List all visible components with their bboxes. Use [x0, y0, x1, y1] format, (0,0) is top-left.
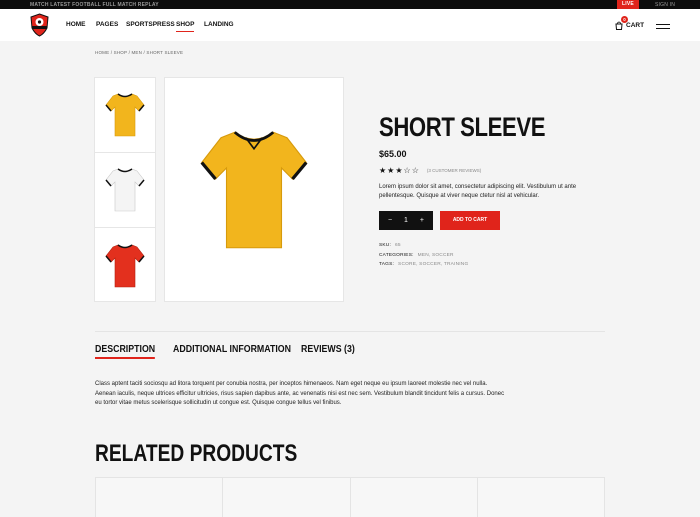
cart-count-badge: 0: [621, 16, 628, 23]
cart-label: CART: [626, 22, 645, 29]
sku-value: 65: [395, 243, 401, 248]
live-button[interactable]: LIVE: [617, 0, 639, 9]
categories-row: CATEGORIES: MEN, SOCCER: [379, 253, 454, 258]
tags-row: TAGS: SCORE, SOCCER, TRAINING: [379, 262, 468, 267]
section-divider: [95, 331, 605, 332]
cart-button[interactable]: 0 CART: [615, 16, 645, 30]
increase-quantity-button[interactable]: +: [420, 217, 424, 224]
categories-links[interactable]: MEN, SOCCER: [418, 253, 454, 258]
nav-item-home[interactable]: HOME: [66, 21, 86, 28]
yellow-jersey-large-icon: [200, 130, 308, 248]
yellow-jersey-icon: [105, 93, 145, 137]
sku-row: SKU: 65: [379, 243, 401, 248]
red-jersey-icon: [105, 243, 145, 287]
related-product-card[interactable]: [350, 478, 478, 517]
tags-links[interactable]: SCORE, SOCCER, TRAINING: [398, 262, 468, 267]
site-header: HOME PAGES SPORTSPRESS SHOP LANDING 0 CA…: [0, 9, 700, 41]
main-product-image[interactable]: [164, 77, 344, 302]
tab-description-content: Class aptent taciti sociosqu ad litora t…: [95, 381, 505, 406]
product-short-description: Lorem ipsum dolor sit amet, consectetur …: [379, 184, 577, 199]
add-to-cart-button[interactable]: ADD TO CART: [440, 211, 500, 230]
decrease-quantity-button[interactable]: −: [388, 217, 392, 224]
white-jersey-icon: [105, 168, 145, 212]
product-title: SHORT SLEEVE: [379, 112, 546, 142]
sign-in-link[interactable]: SIGN IN: [655, 2, 675, 8]
tab-additional-information[interactable]: ADDITIONAL INFORMATION: [173, 344, 291, 355]
tags-label: TAGS:: [379, 262, 395, 267]
product-thumbnails: [94, 77, 156, 302]
thumbnail-yellow[interactable]: [95, 78, 155, 153]
related-product-card[interactable]: [477, 478, 605, 517]
nav-item-landing[interactable]: LANDING: [204, 21, 234, 28]
nav-item-shop[interactable]: SHOP: [176, 21, 195, 32]
news-ticker[interactable]: MATCH LATEST FOOTBALL FULL MATCH REPLAY: [30, 2, 159, 8]
quantity-stepper: − 1 +: [379, 211, 433, 230]
nav-item-pages[interactable]: PAGES: [96, 21, 118, 28]
breadcrumb[interactable]: HOME / SHOP / MEN / SHORT SLEEVE: [95, 50, 183, 55]
nav-item-sportspress[interactable]: SPORTSPRESS: [126, 21, 175, 28]
related-product-card[interactable]: [95, 478, 224, 517]
quantity-value[interactable]: 1: [404, 217, 408, 224]
reviews-count-link[interactable]: (3 CUSTOMER REVIEWS): [427, 168, 481, 173]
menu-hamburger-icon[interactable]: [656, 24, 670, 31]
product-price: $65.00: [379, 149, 407, 159]
shield-logo-icon[interactable]: [29, 13, 50, 37]
related-product-card[interactable]: [223, 478, 351, 517]
sku-label: SKU:: [379, 243, 391, 248]
tab-description[interactable]: DESCRIPTION: [95, 344, 156, 359]
rating-stars: ★★★☆☆: [379, 166, 420, 175]
thumbnail-red[interactable]: [95, 228, 155, 303]
tab-reviews[interactable]: REVIEWS (3): [301, 344, 355, 355]
thumbnail-white[interactable]: [95, 153, 155, 228]
product-rating: ★★★☆☆ (3 CUSTOMER REVIEWS): [379, 166, 481, 175]
categories-label: CATEGORIES:: [379, 253, 414, 258]
related-products-title: RELATED PRODUCTS: [95, 440, 298, 467]
top-bar: MATCH LATEST FOOTBALL FULL MATCH REPLAY …: [0, 0, 700, 9]
related-products-grid: [95, 477, 605, 517]
